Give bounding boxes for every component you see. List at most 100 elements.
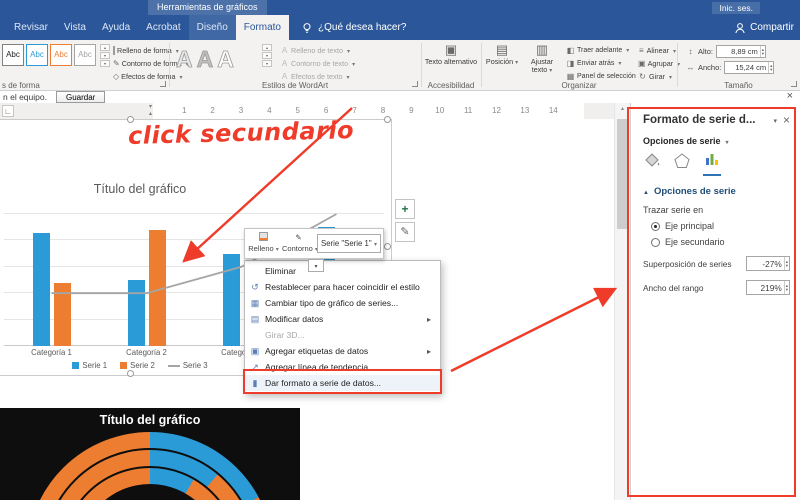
chart-title[interactable]: Título del gráfico [0, 182, 280, 196]
gallery-up-icon: ▴ [100, 44, 110, 51]
legend-item: Serie 2 [120, 361, 155, 370]
sign-in-button[interactable]: Inic. ses. [712, 1, 760, 14]
context-menu-item[interactable]: ↺ Restablecer para hacer coincidir el est… [245, 279, 440, 295]
selection-handle[interactable] [127, 370, 134, 377]
ruler-number: 10 [435, 106, 445, 115]
context-menu-item[interactable]: Eliminar [245, 263, 440, 279]
selection-handle[interactable] [384, 116, 391, 123]
position-button[interactable]: Posición [484, 42, 520, 67]
alt-text-icon [424, 42, 478, 58]
indent-marker-top-icon[interactable]: ▾ [149, 103, 152, 110]
gallery-more-icon: ▾ [100, 60, 110, 67]
context-menu-item-label: Girar 3D... [265, 330, 305, 340]
chart-styles-button[interactable] [395, 222, 415, 242]
tab-selector-icon[interactable] [2, 105, 14, 117]
wordart-style-sample[interactable]: A [217, 42, 234, 76]
legend-swatch [72, 362, 80, 369]
gallery-scroll-buttons[interactable]: ▴ ▾ ▾ [100, 44, 110, 67]
context-menu-item[interactable]: ▤ Modificar datos [245, 311, 440, 327]
ruler-number: 11 [463, 106, 473, 115]
shape-styles-group: AbcAbcAbcAbc ▴▾▾ Relleno de forma Contor… [0, 40, 182, 90]
shape-outline-button[interactable]: Contorno de forma [113, 57, 182, 69]
tab-vista[interactable]: Vista [56, 15, 94, 40]
ruler-number: 8 [380, 106, 386, 115]
wrap-text-icon [522, 42, 562, 58]
legend-label: Serie 3 [182, 361, 208, 370]
align-icon [638, 46, 645, 55]
alt-text-button[interactable]: Texto alternativo [424, 42, 478, 66]
wrap-text-button[interactable]: Ajustar texto [522, 42, 562, 75]
shape-style-sample[interactable]: Abc [74, 44, 96, 66]
sunburst-title: Título del gráfico [99, 413, 201, 427]
fill-icon [247, 232, 280, 244]
dialog-launcher-icon[interactable] [160, 81, 166, 87]
context-menu-item-label: Modificar datos [265, 314, 324, 324]
shape-style-sample[interactable]: Abc [2, 44, 24, 66]
wordart-style-sample[interactable]: A [176, 42, 193, 76]
group-button[interactable]: Agrupar [638, 57, 676, 69]
tab-diseño[interactable]: Diseño [189, 15, 236, 40]
shape-fill-button[interactable]: Relleno de forma [113, 44, 172, 56]
text-fill-icon: A [281, 45, 288, 55]
chart-legend[interactable]: Serie 1 Serie 2 Serie 3 [0, 361, 280, 370]
tell-me-label: ¿Qué desea hacer? [318, 22, 407, 33]
context-menu-item[interactable]: Girar 3D... [245, 327, 440, 343]
tab-formato[interactable]: Formato [235, 15, 289, 40]
selection-pane-icon [566, 72, 575, 81]
tab-ayuda[interactable]: Ayuda [94, 15, 138, 40]
wordart-scroll-buttons[interactable]: ▴ ▾ ▾ [262, 44, 272, 67]
series-combo[interactable]: Serie "Serie 1" [317, 234, 381, 253]
reset-style-icon: ↺ [251, 281, 259, 292]
spinner[interactable]: ▴ ▾ [759, 46, 765, 57]
mini-toolbar: Relleno ✎ Contorno Serie "Serie 1" [244, 228, 384, 259]
tell-me-box[interactable]: ¿Qué desea hacer? [289, 15, 418, 40]
save-notification-bar: n el equipo. Guardar × [0, 91, 800, 103]
annotation-text: click secundario [127, 116, 355, 150]
ruler-number: 14 [548, 106, 558, 115]
group-label: Accesibilidad [427, 81, 475, 90]
height-input[interactable]: 8,89 cm ▴ ▾ [716, 45, 767, 58]
save-button[interactable]: Guardar [56, 91, 106, 103]
fill-button[interactable]: Relleno [247, 232, 280, 255]
tab-acrobat[interactable]: Acrobat [138, 15, 188, 40]
share-button[interactable]: Compartir [734, 15, 794, 40]
brush-icon [400, 227, 409, 238]
pencil-icon: ✎ [295, 233, 302, 242]
chart-elements-button[interactable] [395, 199, 415, 219]
send-backward-button[interactable]: Enviar atrás [566, 57, 636, 69]
shape-style-sample[interactable]: Abc [26, 44, 48, 66]
dialog-launcher-icon[interactable] [791, 81, 797, 87]
width-label: Ancho: [698, 63, 722, 72]
ribbon: AbcAbcAbcAbc ▴▾▾ Relleno de forma Contor… [0, 40, 800, 91]
bring-forward-button[interactable]: Traer adelante [566, 44, 636, 56]
text-fill-button[interactable]: A Relleno de texto [280, 44, 380, 56]
text-outline-button[interactable]: A Contorno de texto [280, 57, 380, 69]
dialog-launcher-icon[interactable] [412, 81, 418, 87]
tab-revisar[interactable]: Revisar [6, 15, 56, 40]
align-button[interactable]: Alinear [638, 44, 676, 56]
context-menu-item[interactable]: ▣ Agregar etiquetas de datos [245, 343, 440, 359]
sunburst-chart[interactable]: Título del gráfico [0, 408, 300, 500]
ruler-number: 1 [181, 106, 187, 115]
spinner[interactable]: ▴ ▾ [768, 62, 773, 73]
category-label: Categoría 1 [31, 348, 72, 357]
lightbulb-icon [303, 22, 311, 33]
shape-style-sample[interactable]: Abc [50, 44, 72, 66]
close-icon[interactable]: × [787, 91, 793, 102]
category-label: Categoría 2 [126, 348, 167, 357]
series-combo-dropdown-button[interactable] [308, 259, 324, 272]
indent-marker-bottom-icon[interactable]: ▴ [149, 110, 152, 117]
plus-icon [401, 205, 408, 216]
ribbon-tab-row: Revisar Vista Ayuda Acrobat Diseño Formato ¿… [0, 15, 800, 40]
width-input[interactable]: 15,24 cm ▴ ▾ [724, 61, 775, 74]
person-icon [735, 22, 745, 33]
ruler-numbers: 1 2 3 4 5 6 7 8 9 10 11 12 13 14 [170, 103, 567, 119]
wordart-style-sample[interactable]: A [196, 42, 213, 76]
selection-handle[interactable] [384, 243, 391, 250]
width-icon [686, 63, 695, 72]
shape-outline-icon [113, 59, 120, 68]
ruler-number: 3 [238, 106, 244, 115]
ruler-number: 9 [409, 106, 414, 115]
outline-button[interactable]: ✎ Contorno [282, 232, 318, 255]
context-menu-item[interactable]: ▦ Cambiar tipo de gráfico de series... [245, 295, 440, 311]
